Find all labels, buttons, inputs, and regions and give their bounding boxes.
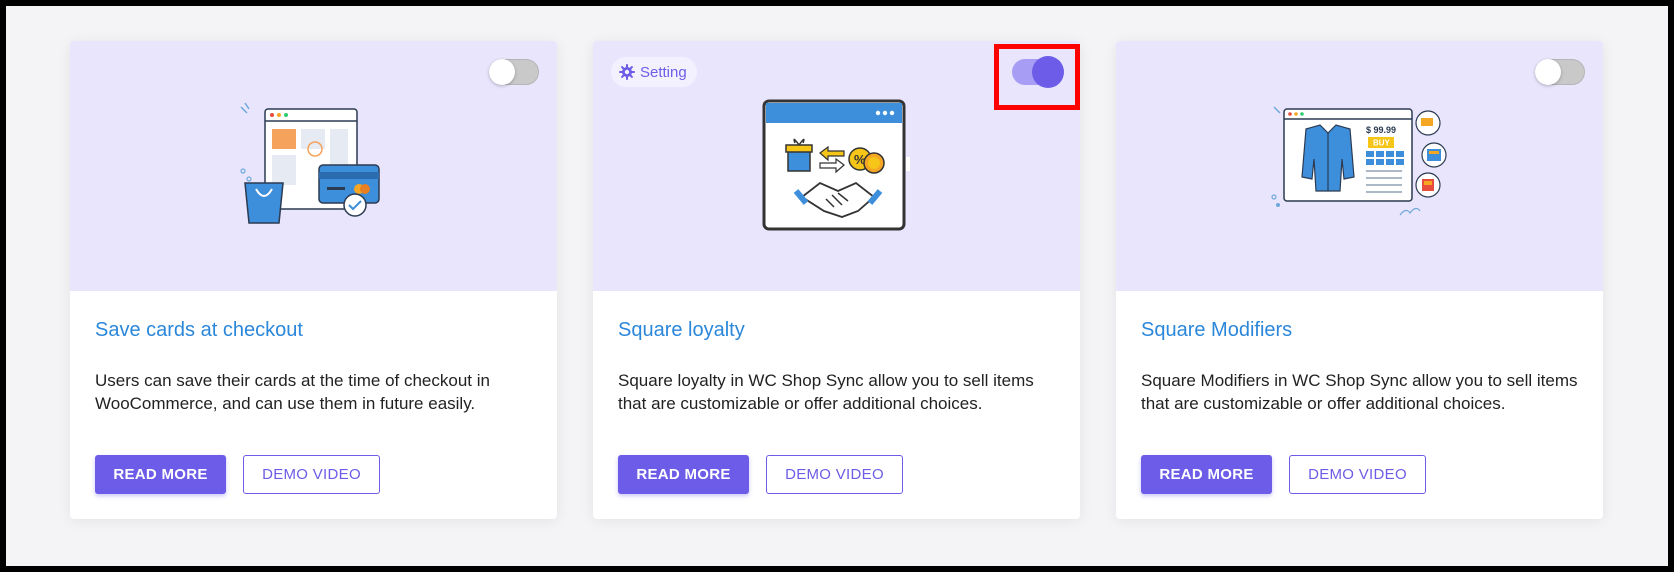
price-label: $ 99.99 xyxy=(1366,125,1396,135)
toggle-knob xyxy=(1535,59,1561,85)
toggle-knob xyxy=(489,59,515,85)
card-banner: Setting % xyxy=(593,41,1080,291)
read-more-button[interactable]: READ MORE xyxy=(1141,455,1272,494)
card-title[interactable]: Save cards at checkout xyxy=(95,319,303,342)
shopping-bag-credit-card-illustration xyxy=(239,102,380,224)
demo-video-button[interactable]: DEMO VIDEO xyxy=(766,455,903,494)
toggle-knob xyxy=(1032,56,1064,88)
setting-button[interactable]: Setting xyxy=(611,57,697,87)
read-more-button[interactable]: READ MORE xyxy=(95,455,226,494)
feature-toggle[interactable] xyxy=(1012,56,1064,88)
card-title[interactable]: Square Modifiers xyxy=(1141,319,1292,342)
demo-video-button[interactable]: DEMO VIDEO xyxy=(1289,455,1426,494)
feature-card-square-loyalty: Setting % Square loyalty Square loyalty … xyxy=(593,41,1080,519)
card-description: Square Modifiers in WC Shop Sync allow y… xyxy=(1141,371,1578,413)
setting-label: Setting xyxy=(640,63,687,81)
card-description: Square loyalty in WC Shop Sync allow you… xyxy=(618,371,1034,413)
screenshot-frame: Save cards at checkout Users can save th… xyxy=(0,0,1674,572)
feature-card-save-cards: Save cards at checkout Users can save th… xyxy=(70,41,557,519)
loyalty-handshake-illustration: % xyxy=(762,99,910,231)
card-description: Users can save their cards at the time o… xyxy=(95,371,490,413)
feature-toggle[interactable] xyxy=(1535,59,1585,85)
card-title[interactable]: Square loyalty xyxy=(618,319,745,342)
demo-video-button[interactable]: DEMO VIDEO xyxy=(243,455,380,494)
product-jacket-modifiers-illustration: $ 99.99 BUY xyxy=(1270,106,1447,216)
gear-icon xyxy=(619,64,635,80)
card-banner xyxy=(70,41,557,291)
card-banner: $ 99.99 BUY xyxy=(1116,41,1603,291)
read-more-button[interactable]: READ MORE xyxy=(618,455,749,494)
feature-toggle[interactable] xyxy=(489,59,539,85)
feature-card-square-modifiers: $ 99.99 BUY Square Modifiers Square Modi… xyxy=(1116,41,1603,519)
buy-label: BUY xyxy=(1373,139,1391,148)
